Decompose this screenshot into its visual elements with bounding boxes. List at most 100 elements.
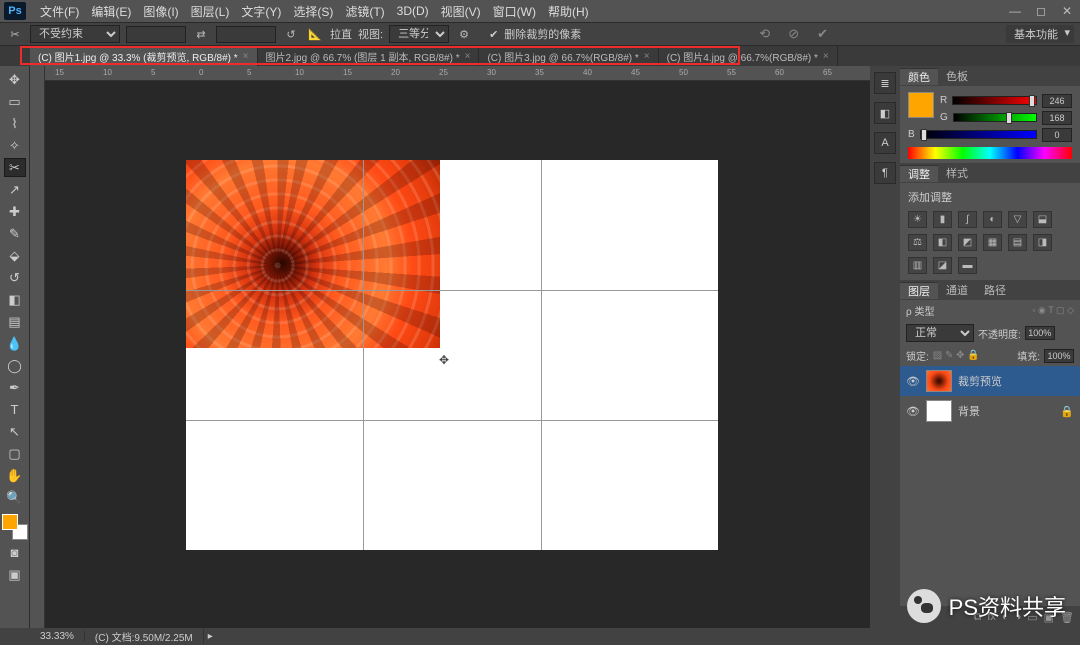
- adj-map-icon[interactable]: ▬: [958, 257, 977, 274]
- pen-tool[interactable]: ✒: [4, 378, 26, 397]
- crop-height-input[interactable]: [216, 26, 276, 43]
- zoom-tool[interactable]: 🔍: [4, 488, 26, 507]
- maximize-button[interactable]: ◻: [1028, 1, 1054, 21]
- layer-row-crop-preview[interactable]: 👁 裁剪预览: [900, 366, 1080, 396]
- menu-filter[interactable]: 滤镜(T): [339, 3, 390, 20]
- color-swatches[interactable]: [2, 514, 28, 540]
- canvas[interactable]: [186, 160, 718, 550]
- adj-bw-icon[interactable]: ◧: [933, 234, 952, 251]
- opacity-value[interactable]: 100%: [1025, 326, 1055, 340]
- tab-adjustments[interactable]: 调整: [900, 165, 938, 182]
- marquee-tool[interactable]: ▭: [4, 92, 26, 111]
- menu-layer[interactable]: 图层(L): [185, 3, 236, 20]
- adj-hue-icon[interactable]: ⬓: [1033, 211, 1052, 228]
- tab-paths[interactable]: 路径: [976, 282, 1014, 298]
- history-panel-icon[interactable]: ≣: [874, 72, 896, 94]
- dodge-tool[interactable]: ◯: [4, 356, 26, 375]
- value-g[interactable]: 168: [1042, 111, 1072, 125]
- commit-crop-button[interactable]: ✔: [817, 26, 828, 42]
- paragraph-panel-icon[interactable]: ¶: [874, 162, 896, 184]
- eyedropper-tool[interactable]: ↗: [4, 180, 26, 199]
- adj-exposure-icon[interactable]: ◐: [983, 211, 1002, 228]
- adj-invert-icon[interactable]: ◨: [1033, 234, 1052, 251]
- tab-color[interactable]: 颜色: [900, 68, 938, 85]
- adj-levels-icon[interactable]: ▮: [933, 211, 952, 228]
- menu-window[interactable]: 窗口(W): [487, 3, 542, 20]
- shape-tool[interactable]: ▢: [4, 444, 26, 463]
- adj-curves-icon[interactable]: ∫: [958, 211, 977, 228]
- close-icon[interactable]: ×: [243, 51, 249, 62]
- wand-tool[interactable]: ✧: [4, 136, 26, 155]
- screenmode-tool[interactable]: ▣: [4, 565, 26, 584]
- type-tool[interactable]: T: [4, 400, 26, 419]
- eraser-tool[interactable]: ◧: [4, 290, 26, 309]
- character-panel-icon[interactable]: A: [874, 132, 896, 154]
- healing-tool[interactable]: ✚: [4, 202, 26, 221]
- menu-image[interactable]: 图像(I): [137, 3, 184, 20]
- lasso-tool[interactable]: ⌇: [4, 114, 26, 133]
- layer-row-background[interactable]: 👁 背景 🔒: [900, 396, 1080, 426]
- menu-select[interactable]: 选择(S): [287, 3, 339, 20]
- adj-photo-icon[interactable]: ◩: [958, 234, 977, 251]
- document-tab-2[interactable]: 图片2.jpg @ 66.7% (图层 1 副本, RGB/8#) *×: [258, 46, 480, 66]
- layer-kind-filter[interactable]: ρ 类型: [906, 303, 934, 318]
- menu-type[interactable]: 文字(Y): [235, 3, 287, 20]
- hand-tool[interactable]: ✋: [4, 466, 26, 485]
- value-b[interactable]: 0: [1042, 128, 1072, 142]
- slider-r[interactable]: [952, 96, 1037, 105]
- visibility-icon[interactable]: 👁: [906, 405, 920, 418]
- properties-panel-icon[interactable]: ◧: [874, 102, 896, 124]
- stamp-tool[interactable]: ⬙: [4, 246, 26, 265]
- close-icon[interactable]: ×: [823, 51, 829, 62]
- adj-brightness-icon[interactable]: ☀: [908, 211, 927, 228]
- layer-name[interactable]: 背景: [958, 403, 980, 419]
- slider-g[interactable]: [953, 113, 1037, 122]
- menu-3d[interactable]: 3D(D): [391, 4, 435, 18]
- swap-icon[interactable]: ⇄: [192, 25, 210, 43]
- canvas-area[interactable]: 1510505101520253035404550556065 ✥: [30, 66, 870, 628]
- menu-view[interactable]: 视图(V): [435, 3, 487, 20]
- fill-value[interactable]: 100%: [1044, 349, 1074, 363]
- cancel-icon[interactable]: ⊘: [788, 26, 799, 42]
- crop-width-input[interactable]: [126, 26, 186, 43]
- history-brush-tool[interactable]: ↺: [4, 268, 26, 287]
- adj-mixer-icon[interactable]: ▦: [983, 234, 1002, 251]
- crop-tool[interactable]: ✂: [4, 158, 26, 177]
- layer-thumbnail[interactable]: [926, 370, 952, 392]
- close-icon[interactable]: ×: [644, 51, 650, 62]
- workspace-select[interactable]: 基本功能: [1006, 25, 1074, 43]
- tab-swatches[interactable]: 色板: [938, 68, 976, 84]
- adj-balance-icon[interactable]: ⚖: [908, 234, 927, 251]
- close-button[interactable]: ✕: [1054, 1, 1080, 21]
- menu-file[interactable]: 文件(F): [34, 3, 85, 20]
- foreground-swatch[interactable]: [2, 514, 18, 530]
- hue-strip[interactable]: [908, 147, 1072, 159]
- adj-thresh-icon[interactable]: ◪: [933, 257, 952, 274]
- doc-info[interactable]: (C) 文档:9.50M/2.25M: [85, 629, 204, 644]
- straighten-icon[interactable]: 📐: [306, 25, 324, 43]
- quickmask-tool[interactable]: ◙: [4, 543, 26, 562]
- clear-icon[interactable]: ↺: [282, 25, 300, 43]
- visibility-icon[interactable]: 👁: [906, 375, 920, 388]
- minimize-button[interactable]: —: [1002, 1, 1028, 21]
- document-tab-4[interactable]: (C) 图片4.jpg @ 66.7%(RGB/8#) *×: [659, 46, 838, 66]
- tab-layers[interactable]: 图层: [900, 282, 938, 299]
- adj-lookup-icon[interactable]: ▤: [1008, 234, 1027, 251]
- cancel-crop-button[interactable]: ⟲: [759, 26, 770, 42]
- layer-name[interactable]: 裁剪预览: [958, 373, 1002, 389]
- layer-thumbnail[interactable]: [926, 400, 952, 422]
- menu-help[interactable]: 帮助(H): [542, 3, 595, 20]
- zoom-level[interactable]: 33.33%: [30, 631, 85, 642]
- move-tool[interactable]: ✥: [4, 70, 26, 89]
- adj-vibrance-icon[interactable]: ▽: [1008, 211, 1027, 228]
- crop-preset-select[interactable]: 不受约束: [30, 25, 120, 43]
- delete-pixels-checkbox[interactable]: ✔: [489, 28, 498, 41]
- document-tab-1[interactable]: (C) 图片1.jpg @ 33.3% (裁剪预览, RGB/8#) *×: [30, 46, 258, 66]
- path-tool[interactable]: ↖: [4, 422, 26, 441]
- adj-poster-icon[interactable]: ▥: [908, 257, 927, 274]
- gradient-tool[interactable]: ▤: [4, 312, 26, 331]
- tab-styles[interactable]: 样式: [938, 165, 976, 181]
- color-panel-swatch[interactable]: [908, 92, 934, 118]
- settings-icon[interactable]: ⚙: [455, 25, 473, 43]
- overlay-view-select[interactable]: 三等分: [389, 25, 449, 43]
